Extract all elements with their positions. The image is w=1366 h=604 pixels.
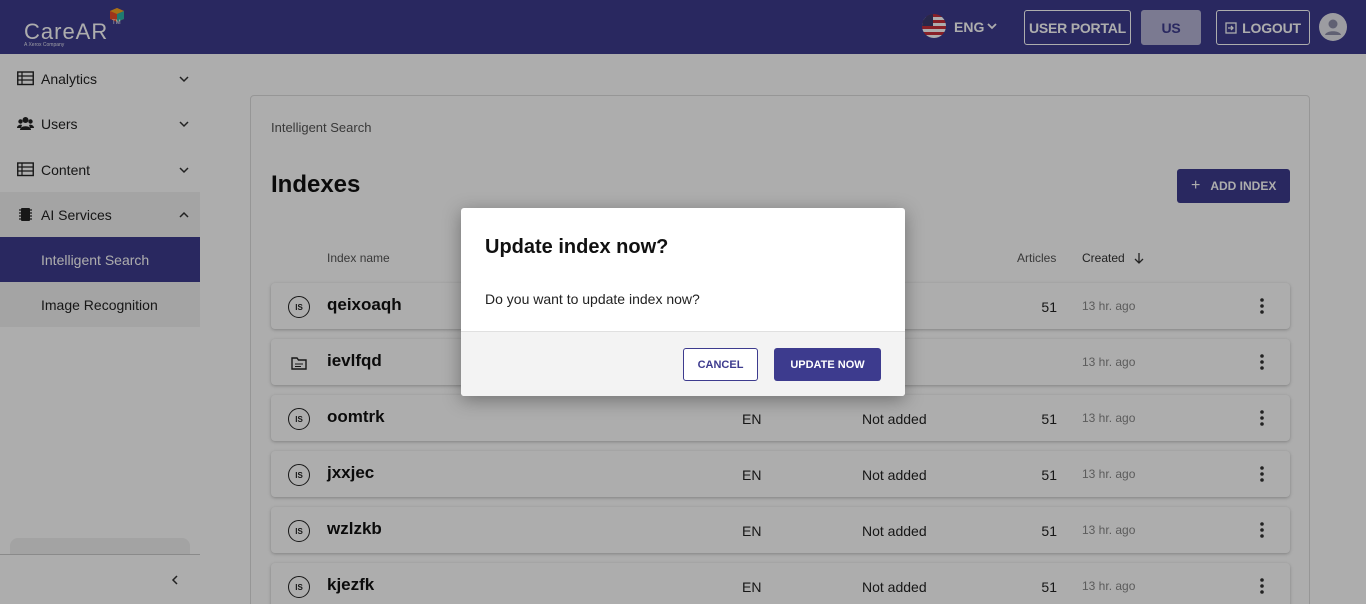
update-now-button[interactable]: UPDATE NOW (774, 348, 881, 381)
dialog-title: Update index now? (485, 236, 669, 258)
dialog-footer: CANCEL UPDATE NOW (461, 331, 905, 396)
update-index-dialog: Update index now? Do you want to update … (461, 208, 905, 396)
dialog-message: Do you want to update index now? (485, 291, 700, 307)
cancel-button[interactable]: CANCEL (683, 348, 758, 381)
